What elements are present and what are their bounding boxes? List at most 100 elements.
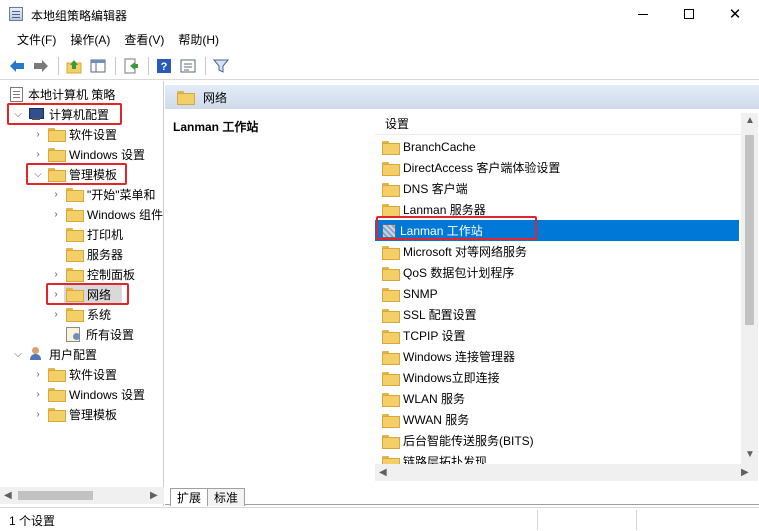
chevron-right-icon[interactable]: › xyxy=(32,388,44,400)
tree-horizontal-scrollbar[interactable]: ◀ ▶ xyxy=(0,487,164,504)
tree-item-servers[interactable]: 服务器 xyxy=(66,244,123,264)
filter-button[interactable] xyxy=(210,55,232,77)
toolbar-separator xyxy=(58,56,59,75)
tree-item-software-settings[interactable]: › 软件设置 xyxy=(32,124,117,144)
folder-icon xyxy=(66,248,84,262)
scroll-left-icon[interactable]: ◀ xyxy=(379,467,387,478)
scroll-down-icon[interactable]: ▼ xyxy=(745,449,755,460)
list-item-label: Windows立即连接 xyxy=(403,371,500,385)
highlight-box xyxy=(376,216,537,240)
folder-icon xyxy=(66,268,84,282)
scroll-left-icon[interactable]: ◀ xyxy=(4,490,12,501)
tree-item-user-admin-templates[interactable]: › 管理模板 xyxy=(32,404,117,424)
properties-button[interactable] xyxy=(177,55,199,77)
tree-item-label: 本地计算机 策略 xyxy=(28,87,116,102)
menu-file[interactable]: 文件(F) xyxy=(10,30,63,50)
list-item[interactable]: 链路层拓扑发现 xyxy=(375,451,739,464)
tree-item-windows-components[interactable]: › Windows 组件 xyxy=(50,204,163,224)
menu-help[interactable]: 帮助(H) xyxy=(171,30,226,50)
folder-icon xyxy=(382,161,400,176)
column-header-setting[interactable]: 设置 xyxy=(375,113,741,135)
back-button[interactable] xyxy=(6,55,28,77)
chevron-right-icon[interactable]: › xyxy=(32,408,44,420)
list-item[interactable]: 后台智能传送服务(BITS) xyxy=(375,430,739,451)
window-title: 本地组策略编辑器 xyxy=(31,9,128,23)
maximize-button[interactable] xyxy=(666,0,712,28)
list-vertical-scrollbar[interactable]: ▲ ▼ xyxy=(741,113,758,464)
toolbar-separator xyxy=(205,56,206,75)
chevron-right-icon[interactable]: › xyxy=(50,308,62,320)
folder-icon xyxy=(66,228,84,242)
close-button[interactable]: ✕ xyxy=(712,0,758,28)
up-folder-icon xyxy=(66,59,82,73)
list-item[interactable]: BranchCache xyxy=(375,136,739,157)
list-item[interactable]: Windows 连接管理器 xyxy=(375,346,739,367)
tree-item-printers[interactable]: 打印机 xyxy=(66,224,123,244)
settings-list: 设置 BranchCache DirectAccess 客户端体验设置 DNS 客户… xyxy=(375,113,741,464)
minimize-button[interactable] xyxy=(620,0,666,28)
list-item[interactable]: WLAN 服务 xyxy=(375,388,739,409)
folder-icon xyxy=(48,388,66,402)
up-button[interactable] xyxy=(63,55,85,77)
chevron-right-icon[interactable]: › xyxy=(32,128,44,140)
chevron-right-icon[interactable]: › xyxy=(50,188,62,200)
scroll-right-icon[interactable]: ▶ xyxy=(150,490,158,501)
tree-item-label: 打印机 xyxy=(87,227,124,242)
list-item-label: SSL 配置设置 xyxy=(403,308,477,322)
tree-item-root[interactable]: 本地计算机 策略 xyxy=(10,84,115,104)
list-item[interactable]: WWAN 服务 xyxy=(375,409,739,430)
chevron-right-icon[interactable]: › xyxy=(32,148,44,160)
forward-button[interactable] xyxy=(30,55,52,77)
folder-icon xyxy=(66,308,84,322)
chevron-right-icon[interactable]: › xyxy=(50,268,62,280)
show-hide-tree-button[interactable] xyxy=(87,55,109,77)
tab-extended[interactable]: 扩展 xyxy=(170,488,209,506)
list-horizontal-scrollbar[interactable]: ◀ ▶ xyxy=(375,464,758,481)
chevron-down-icon[interactable]: ⌵ xyxy=(12,348,24,360)
help-button[interactable]: ? xyxy=(153,55,175,77)
export-list-button[interactable] xyxy=(120,55,142,77)
menu-view[interactable]: 查看(V) xyxy=(117,30,171,50)
highlight-box xyxy=(46,283,129,305)
tree-item-all-settings[interactable]: 所有设置 xyxy=(66,324,134,344)
list-item[interactable]: SNMP xyxy=(375,283,739,304)
list-item-label: WWAN 服务 xyxy=(403,413,470,427)
scrollbar-thumb[interactable] xyxy=(745,135,754,325)
folder-icon xyxy=(382,392,400,407)
tree-item-windows-settings[interactable]: › Windows 设置 xyxy=(32,144,145,164)
path-header: 网络 xyxy=(165,85,759,109)
list-item[interactable]: DNS 客户端 xyxy=(375,178,739,199)
list-item-label: DirectAccess 客户端体验设置 xyxy=(403,161,561,175)
tree-item-start-menu[interactable]: › "开始"菜单和 xyxy=(50,184,156,204)
status-bar: 1 个设置 xyxy=(0,507,759,531)
list-item[interactable]: Microsoft 对等网络服务 xyxy=(375,241,739,262)
path-title: 网络 xyxy=(203,90,228,105)
scroll-right-icon[interactable]: ▶ xyxy=(741,467,749,478)
tree-item-system[interactable]: › 系统 xyxy=(50,304,111,324)
tree-item-label: 所有设置 xyxy=(86,327,135,342)
status-divider xyxy=(636,510,637,530)
properties-icon xyxy=(180,59,196,72)
scroll-up-icon[interactable]: ▲ xyxy=(745,115,755,126)
list-item[interactable]: TCPIP 设置 xyxy=(375,325,739,346)
tab-standard[interactable]: 标准 xyxy=(208,488,246,506)
tree-item-user-windows-settings[interactable]: › Windows 设置 xyxy=(32,384,145,404)
tree-item-user-software-settings[interactable]: › 软件设置 xyxy=(32,364,117,384)
tree-item-label: 管理模板 xyxy=(69,407,118,422)
tree-item-control-panel[interactable]: › 控制面板 xyxy=(50,264,135,284)
folder-icon xyxy=(48,368,66,382)
column-header-label: 设置 xyxy=(385,117,410,131)
all-settings-icon xyxy=(66,327,81,342)
list-item[interactable]: DirectAccess 客户端体验设置 xyxy=(375,157,739,178)
chevron-right-icon[interactable]: › xyxy=(50,208,62,220)
tree-item-user-config[interactable]: ⌵ 用户配置 xyxy=(12,344,97,364)
folder-icon xyxy=(382,455,400,464)
list-item[interactable]: Windows立即连接 xyxy=(375,367,739,388)
chevron-right-icon[interactable]: › xyxy=(32,368,44,380)
export-list-icon xyxy=(124,58,138,73)
list-item[interactable]: SSL 配置设置 xyxy=(375,304,739,325)
list-item[interactable]: QoS 数据包计划程序 xyxy=(375,262,739,283)
menu-action[interactable]: 操作(A) xyxy=(63,30,117,50)
list-item-label: 链路层拓扑发现 xyxy=(403,455,488,464)
scrollbar-thumb[interactable] xyxy=(18,491,93,500)
